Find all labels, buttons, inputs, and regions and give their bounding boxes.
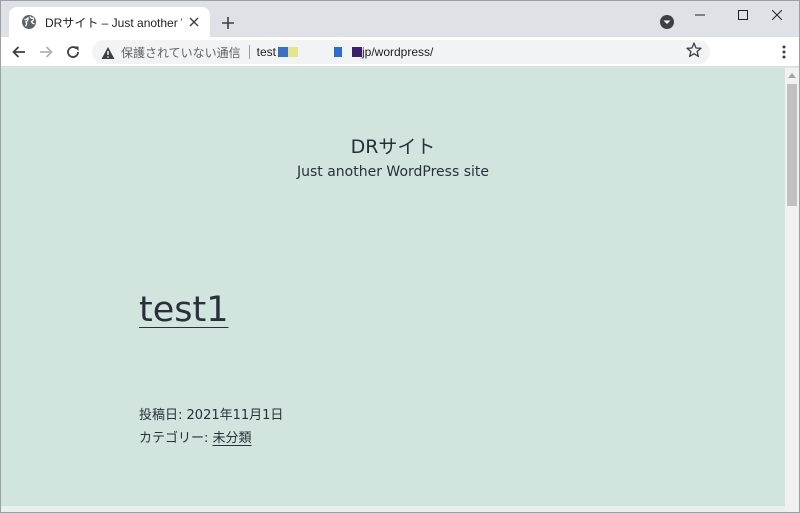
vertical-scrollbar[interactable] <box>785 68 799 512</box>
back-arrow-icon[interactable] <box>7 40 31 64</box>
scrollbar-thumb[interactable] <box>787 84 797 206</box>
tab-close-icon[interactable] <box>186 14 202 30</box>
tab-search-dropdown-icon[interactable] <box>658 13 676 31</box>
browser-tab[interactable]: DRサイト – Just another WordPress site <box>9 7 210 37</box>
globe-icon <box>21 14 37 30</box>
url-text[interactable]: test jp/wordpress/ <box>257 45 434 59</box>
page-viewport: DRサイト Just another WordPress site test1 … <box>1 68 785 512</box>
redacted-url-segment <box>288 47 298 57</box>
omnibox-divider <box>248 45 250 59</box>
site-description: Just another WordPress site <box>296 164 489 180</box>
scroll-up-arrow-icon[interactable] <box>785 68 799 82</box>
security-status-label[interactable]: 保護されていない通信 <box>121 44 241 61</box>
post-category: カテゴリー: 未分類 <box>139 427 252 446</box>
tab-strip: DRサイト – Just another WordPress site <box>1 1 799 37</box>
category-link[interactable]: 未分類 <box>213 431 252 446</box>
tab-title: DRサイト – Just another WordPress site <box>45 15 182 30</box>
redacted-url-segment <box>278 47 288 57</box>
bookmark-star-icon[interactable] <box>685 41 703 59</box>
post-date: 投稿日: 2021年11月1日 <box>139 404 283 423</box>
post-date-value: 2021年11月1日 <box>186 408 284 423</box>
url-prefix: test <box>256 45 276 59</box>
minimize-icon[interactable] <box>677 1 722 29</box>
address-bar[interactable]: 保護されていない通信 test jp/wordpress/ <box>92 40 710 64</box>
redacted-url-segment <box>352 47 362 57</box>
kebab-menu-icon[interactable] <box>772 40 796 64</box>
post-category-label: カテゴリー: <box>139 431 209 446</box>
post-date-label: 投稿日: <box>139 408 183 423</box>
page-bottom-strip <box>1 506 785 512</box>
warning-triangle-icon[interactable] <box>101 45 115 59</box>
redacted-url-segment <box>334 47 342 57</box>
site-title[interactable]: DRサイト <box>1 132 785 159</box>
browser-window: DRサイト – Just another WordPress site <box>0 0 800 513</box>
new-tab-plus-icon[interactable] <box>218 13 238 33</box>
browser-toolbar: 保護されていない通信 test jp/wordpress/ <box>1 37 799 67</box>
post-title-link[interactable]: test1 <box>139 290 228 330</box>
reload-icon[interactable] <box>61 40 85 64</box>
forward-arrow-icon[interactable] <box>34 40 58 64</box>
close-icon[interactable] <box>754 1 799 29</box>
url-suffix: jp/wordpress/ <box>362 45 434 59</box>
